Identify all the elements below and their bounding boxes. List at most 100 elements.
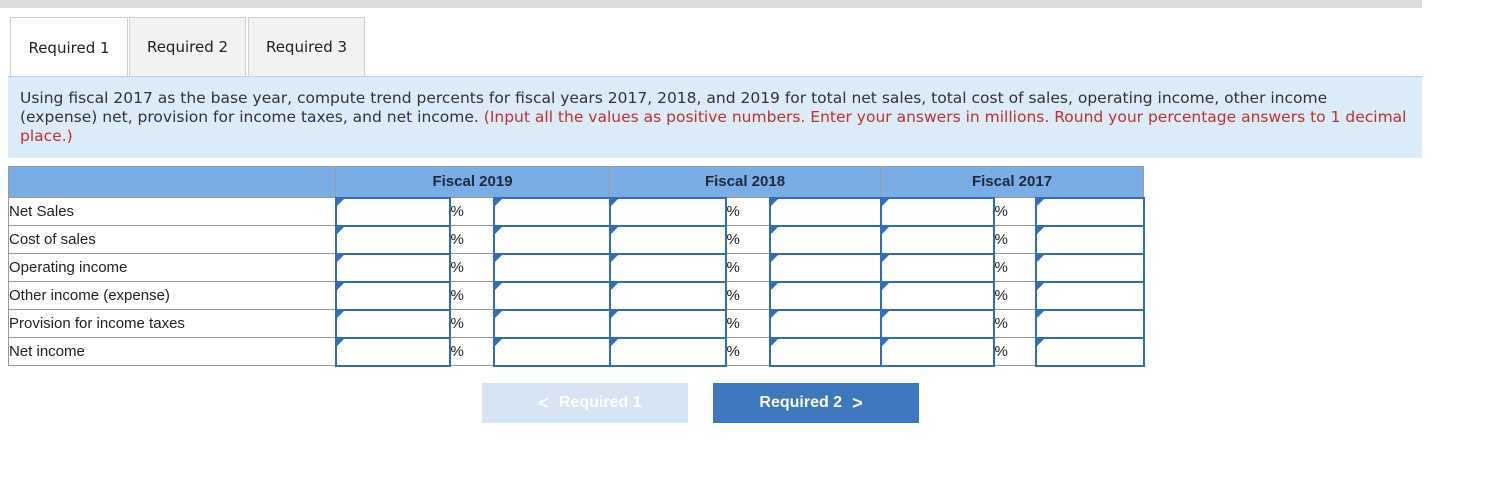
percent-symbol: % bbox=[993, 281, 1036, 310]
input-marker-icon bbox=[1036, 282, 1044, 290]
tab-required-1[interactable]: Required 1 bbox=[10, 17, 128, 78]
percent-input[interactable] bbox=[1034, 308, 1145, 339]
percent-input[interactable] bbox=[768, 280, 882, 311]
input-marker-icon bbox=[336, 198, 344, 206]
row-label: Net income bbox=[8, 337, 336, 366]
percent-input[interactable] bbox=[768, 308, 882, 339]
percent-input[interactable] bbox=[768, 252, 882, 283]
amount-input[interactable] bbox=[879, 280, 995, 311]
percent-input[interactable] bbox=[1034, 280, 1145, 311]
header-blank bbox=[8, 166, 336, 198]
input-marker-icon bbox=[881, 198, 889, 206]
table-row: Operating income%%% bbox=[8, 252, 1145, 283]
tab-required-3[interactable]: Required 3 bbox=[248, 17, 365, 76]
percent-symbol: % bbox=[449, 337, 494, 366]
input-marker-icon bbox=[494, 226, 502, 234]
input-marker-icon bbox=[881, 254, 889, 262]
amount-input[interactable] bbox=[334, 196, 451, 227]
percent-input[interactable] bbox=[492, 280, 611, 311]
amount-input[interactable] bbox=[334, 252, 451, 283]
input-marker-icon bbox=[610, 198, 618, 206]
top-progress-bar bbox=[0, 0, 1422, 8]
amount-input[interactable] bbox=[608, 196, 727, 227]
input-marker-icon bbox=[610, 254, 618, 262]
tab-required-2[interactable]: Required 2 bbox=[129, 17, 246, 76]
input-marker-icon bbox=[1036, 198, 1044, 206]
row-label: Other income (expense) bbox=[8, 281, 336, 310]
input-marker-icon bbox=[770, 254, 778, 262]
next-button[interactable]: Required 2 > bbox=[713, 383, 919, 423]
input-marker-icon bbox=[494, 338, 502, 346]
amount-input[interactable] bbox=[879, 196, 995, 227]
input-marker-icon bbox=[336, 254, 344, 262]
input-marker-icon bbox=[770, 226, 778, 234]
table-row: Net income%%% bbox=[8, 336, 1145, 367]
row-label: Provision for income taxes bbox=[8, 309, 336, 338]
percent-input[interactable] bbox=[492, 308, 611, 339]
percent-input[interactable] bbox=[768, 224, 882, 255]
percent-input[interactable] bbox=[768, 196, 882, 227]
percent-symbol: % bbox=[725, 309, 770, 338]
percent-symbol: % bbox=[449, 225, 494, 254]
chevron-right-icon: > bbox=[852, 392, 863, 413]
row-label: Operating income bbox=[8, 253, 336, 282]
amount-input[interactable] bbox=[879, 224, 995, 255]
percent-input[interactable] bbox=[492, 252, 611, 283]
prev-button[interactable]: < Required 1 bbox=[482, 383, 688, 423]
percent-input[interactable] bbox=[768, 336, 882, 367]
amount-input[interactable] bbox=[334, 308, 451, 339]
table-row: Cost of sales%%% bbox=[8, 224, 1145, 255]
percent-input[interactable] bbox=[492, 224, 611, 255]
amount-input[interactable] bbox=[608, 308, 727, 339]
percent-symbol: % bbox=[449, 197, 494, 226]
amount-input[interactable] bbox=[334, 224, 451, 255]
table-row: Other income (expense)%%% bbox=[8, 280, 1145, 311]
percent-input[interactable] bbox=[1034, 196, 1145, 227]
percent-symbol: % bbox=[993, 197, 1036, 226]
header-fiscal-2019: Fiscal 2019 bbox=[335, 166, 610, 198]
input-marker-icon bbox=[1036, 310, 1044, 318]
percent-symbol: % bbox=[725, 281, 770, 310]
percent-symbol: % bbox=[725, 253, 770, 282]
input-marker-icon bbox=[494, 254, 502, 262]
next-button-label: Required 2 bbox=[759, 394, 843, 411]
percent-input[interactable] bbox=[492, 196, 611, 227]
percent-symbol: % bbox=[449, 281, 494, 310]
input-marker-icon bbox=[610, 226, 618, 234]
input-marker-icon bbox=[336, 282, 344, 290]
amount-input[interactable] bbox=[608, 280, 727, 311]
amount-input[interactable] bbox=[334, 336, 451, 367]
row-label: Net Sales bbox=[8, 197, 336, 226]
amount-input[interactable] bbox=[879, 308, 995, 339]
amount-input[interactable] bbox=[608, 336, 727, 367]
percent-input[interactable] bbox=[1034, 224, 1145, 255]
percent-input[interactable] bbox=[1034, 336, 1145, 367]
input-marker-icon bbox=[494, 310, 502, 318]
input-marker-icon bbox=[881, 226, 889, 234]
input-marker-icon bbox=[610, 338, 618, 346]
percent-symbol: % bbox=[725, 337, 770, 366]
input-marker-icon bbox=[881, 282, 889, 290]
prev-button-label: Required 1 bbox=[558, 394, 642, 411]
table-row: Net Sales%%% bbox=[8, 196, 1145, 227]
table-row: Provision for income taxes%%% bbox=[8, 308, 1145, 339]
percent-input[interactable] bbox=[1034, 252, 1145, 283]
percent-input[interactable] bbox=[492, 336, 611, 367]
amount-input[interactable] bbox=[334, 280, 451, 311]
percent-symbol: % bbox=[993, 225, 1036, 254]
input-marker-icon bbox=[770, 282, 778, 290]
amount-input[interactable] bbox=[608, 252, 727, 283]
row-label: Cost of sales bbox=[8, 225, 336, 254]
amount-input[interactable] bbox=[879, 336, 995, 367]
percent-symbol: % bbox=[993, 337, 1036, 366]
input-marker-icon bbox=[494, 282, 502, 290]
percent-symbol: % bbox=[993, 253, 1036, 282]
percent-symbol: % bbox=[449, 253, 494, 282]
input-marker-icon bbox=[770, 338, 778, 346]
amount-input[interactable] bbox=[608, 224, 727, 255]
input-marker-icon bbox=[881, 310, 889, 318]
amount-input[interactable] bbox=[879, 252, 995, 283]
input-marker-icon bbox=[494, 198, 502, 206]
chevron-left-icon: < bbox=[538, 392, 549, 413]
trend-percent-table: Fiscal 2019 Fiscal 2018 Fiscal 2017 Net … bbox=[8, 166, 1145, 367]
